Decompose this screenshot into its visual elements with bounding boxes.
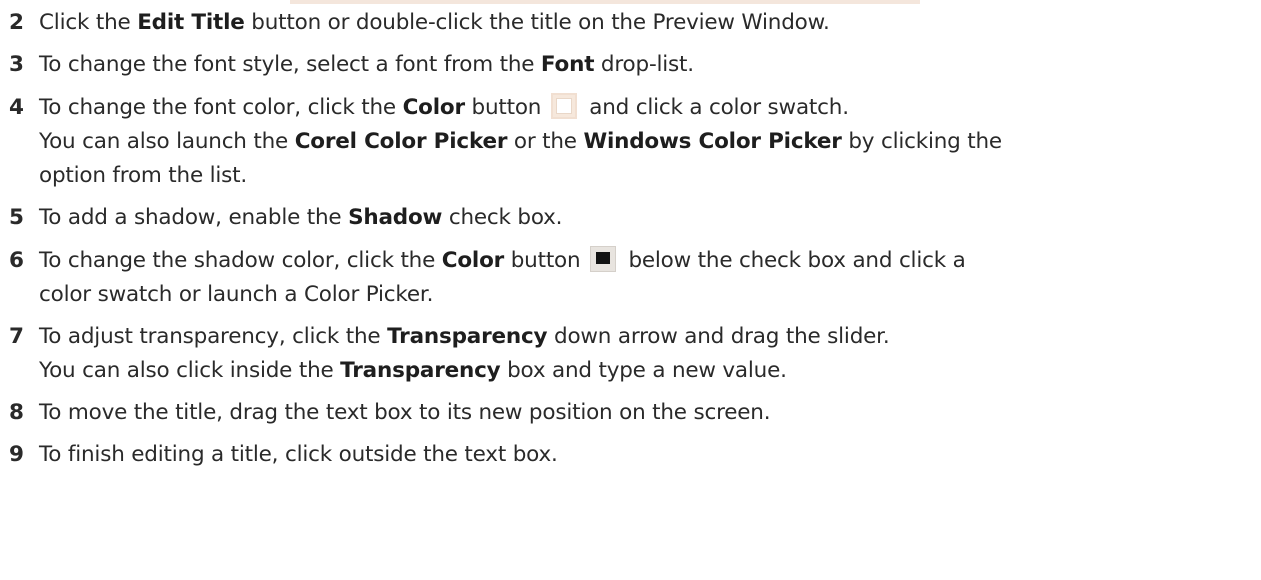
- ui-term-transparency: Transparency: [387, 324, 548, 349]
- step-number: 2: [9, 10, 24, 35]
- color-swatch-black-icon: [590, 246, 617, 272]
- step-number: 5: [9, 205, 24, 230]
- step-9: 9 To finish editing a title, click outsi…: [9, 438, 1249, 472]
- step-note: You can also click inside the Transparen…: [39, 358, 787, 383]
- step-5: 5 To add a shadow, enable the Shadow che…: [9, 201, 1249, 235]
- step-number: 8: [9, 400, 24, 425]
- top-image-edge: [290, 0, 920, 4]
- step-text: To add a shadow, enable the Shadow check…: [39, 205, 563, 230]
- color-swatch-white-icon: [551, 93, 578, 119]
- step-number: 3: [9, 52, 24, 77]
- ui-term-color: Color: [441, 248, 505, 273]
- step-text: Click the Edit Title button or double-cl…: [39, 10, 830, 35]
- instructions-page: 2 Click the Edit Title button or double-…: [9, 6, 1249, 472]
- step-note: You can also launch the Corel Color Pick…: [39, 129, 1002, 154]
- ui-term-windows-color-picker: Windows Color Picker: [583, 129, 842, 154]
- step-text: To move the title, drag the text box to …: [39, 400, 771, 425]
- step-number: 4: [9, 95, 24, 120]
- step-text-continued: color swatch or launch a Color Picker.: [39, 282, 434, 307]
- step-6: 6 To change the shadow color, click the …: [9, 244, 1249, 312]
- step-8: 8 To move the title, drag the text box t…: [9, 396, 1249, 430]
- ui-term-transparency: Transparency: [340, 358, 501, 383]
- step-text: To adjust transparency, click the Transp…: [39, 324, 890, 349]
- step-text: To change the font style, select a font …: [39, 52, 694, 77]
- step-number: 6: [9, 248, 24, 273]
- step-text: To change the font color, click the Colo…: [39, 93, 849, 120]
- ui-term-corel-color-picker: Corel Color Picker: [294, 129, 508, 154]
- step-number: 7: [9, 324, 24, 349]
- step-7: 7 To adjust transparency, click the Tran…: [9, 320, 1249, 388]
- step-3: 3 To change the font style, select a fon…: [9, 48, 1249, 82]
- ui-term-shadow: Shadow: [348, 205, 443, 230]
- ui-term-font: Font: [540, 52, 595, 77]
- step-number: 9: [9, 442, 24, 467]
- ui-term-color: Color: [402, 95, 465, 120]
- step-note: option from the list.: [39, 163, 248, 188]
- step-text: To change the shadow color, click the Co…: [39, 246, 966, 273]
- step-text: To finish editing a title, click outside…: [39, 442, 558, 467]
- ui-term-edit-title: Edit Title: [137, 10, 245, 35]
- step-2: 2 Click the Edit Title button or double-…: [9, 6, 1249, 40]
- step-4: 4 To change the font color, click the Co…: [9, 91, 1249, 193]
